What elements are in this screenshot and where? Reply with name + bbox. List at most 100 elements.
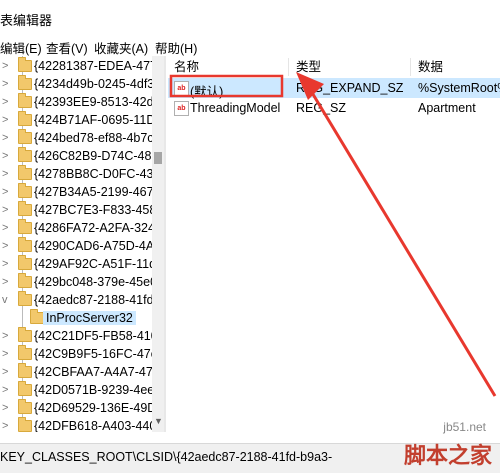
folder-icon [18, 273, 32, 288]
folder-open-icon [18, 291, 32, 306]
chevron-right-icon[interactable]: > [2, 78, 8, 90]
tree-item-label: InProcServer32 [43, 311, 136, 325]
folder-icon [18, 345, 32, 360]
tree-item[interactable]: > {429bc048-379e-45e0 [0, 272, 152, 292]
tree-scrollbar[interactable]: ▼ [152, 56, 164, 432]
tree-item-label: {42D0571B-9239-4eee [34, 383, 152, 397]
scroll-down-icon[interactable]: ▼ [154, 416, 163, 426]
chevron-right-icon[interactable]: > [2, 276, 8, 288]
list-row-threadingmodel[interactable]: ab ThreadingModel REG_SZ Apartment [168, 98, 500, 118]
folder-icon [18, 129, 32, 144]
status-path: KEY_CLASSES_ROOT\CLSID\{42aedc87-2188-41… [0, 450, 333, 464]
tree-item[interactable]: > {42393EE9-8513-42d3 [0, 92, 152, 112]
tree-item[interactable]: > {42CBFAA7-A4A7-47B [0, 362, 152, 382]
tree-item-label: {42D69529-136E-49D6 [34, 401, 152, 415]
tree-item[interactable]: > {429AF92C-A51F-11d2 [0, 254, 152, 274]
tree-item[interactable]: > {427BC7E3-F833-4584 [0, 200, 152, 220]
tree-item-label: {42C9B9F5-16FC-47ef [34, 347, 152, 361]
tree-item[interactable]: > {427B34A5-2199-467e [0, 182, 152, 202]
tree-item-label: {42aedc87-2188-41fd- [34, 293, 152, 307]
column-name[interactable]: 名称 [174, 56, 199, 78]
value-list[interactable]: 名称 类型 数据 ab (默认) REG_EXPAND_SZ %SystemRo… [168, 56, 500, 432]
row-type: REG_SZ [296, 101, 347, 115]
chevron-right-icon[interactable]: > [2, 96, 8, 108]
tree-item-label: {424B71AF-0695-11D2 [34, 113, 152, 127]
folder-icon [18, 399, 32, 414]
chevron-right-icon[interactable]: > [2, 60, 8, 72]
ab-string-icon: ab [174, 81, 189, 96]
chevron-right-icon[interactable]: > [2, 186, 8, 198]
tree-item[interactable]: > {42C9B9F5-16FC-47ef [0, 344, 152, 364]
tree-item[interactable]: > {426C82B9-D74C-4871 [0, 146, 152, 166]
folder-icon [18, 237, 32, 252]
folder-icon [18, 75, 32, 90]
list-row-default[interactable]: ab (默认) REG_EXPAND_SZ %SystemRoot% [168, 78, 500, 99]
chevron-right-icon[interactable]: > [2, 330, 8, 342]
tree-item[interactable]: > {42C21DF5-FB58-4102 [0, 326, 152, 346]
folder-icon [18, 327, 32, 342]
menu-help[interactable]: 帮助(H) [155, 38, 197, 57]
chevron-right-icon[interactable]: > [2, 222, 8, 234]
window-title: 表编辑器 [0, 13, 53, 28]
registry-tree[interactable]: > {42281387-EDEA-477C > {4234d49b-0245-4df… [0, 56, 152, 432]
chevron-right-icon[interactable]: > [2, 132, 8, 144]
column-type[interactable]: 类型 [296, 56, 321, 78]
tree-item[interactable]: > {4290CAD6-A75D-4AC [0, 236, 152, 256]
chevron-right-icon[interactable]: > [2, 240, 8, 252]
tree-item-label: {424bed78-ef88-4b7c [34, 131, 152, 145]
tree-item[interactable]: > {4278BB8C-D0FC-4380 [0, 164, 152, 184]
column-data[interactable]: 数据 [418, 56, 443, 78]
title-bar: 表编辑器 [0, 0, 500, 34]
site-watermark: jb51.net 脚本之家 [324, 420, 494, 470]
tree-item-label: {4278BB8C-D0FC-4380 [34, 167, 152, 181]
chevron-right-icon[interactable]: > [2, 348, 8, 360]
folder-icon [18, 381, 32, 396]
chevron-right-icon[interactable]: > [2, 150, 8, 162]
menu-bar: 编辑(E) 查看(V) 收藏夹(A) 帮助(H) [0, 34, 500, 56]
tree-item-expanded[interactable]: v {42aedc87-2188-41fd- [0, 290, 152, 310]
tree-item-label: {42C21DF5-FB58-4102 [34, 329, 152, 343]
chevron-right-icon[interactable]: > [2, 204, 8, 216]
tree-item[interactable]: > {4286FA72-A2FA-3245 [0, 218, 152, 238]
tree-item-label: {427B34A5-2199-467e [34, 185, 152, 199]
chevron-right-icon[interactable]: > [2, 168, 8, 180]
tree-item[interactable]: > {4234d49b-0245-4df3 [0, 74, 152, 94]
tree-item[interactable]: > {42D69529-136E-49D6 [0, 398, 152, 418]
chevron-right-icon[interactable]: > [2, 402, 8, 414]
menu-edit[interactable]: 编辑(E) [0, 38, 42, 57]
folder-icon [18, 57, 32, 72]
menu-favorites[interactable]: 收藏夹(A) [94, 38, 148, 57]
tree-item-label: {4290CAD6-A75D-4AC [34, 239, 152, 253]
folder-icon [18, 93, 32, 108]
pane-splitter[interactable] [164, 56, 166, 432]
folder-icon [18, 147, 32, 162]
tree-item-label: {42281387-EDEA-477C [34, 59, 152, 73]
watermark-name: 脚本之家 [403, 443, 492, 468]
scrollbar-thumb[interactable] [154, 152, 162, 164]
row-data: Apartment [418, 101, 476, 115]
folder-icon [18, 363, 32, 378]
tree-item-label: {42DFB618-A403-4401 [34, 419, 152, 432]
folder-icon [30, 309, 44, 324]
folder-icon [18, 201, 32, 216]
tree-item[interactable]: > {42D0571B-9239-4eee [0, 380, 152, 400]
tree-item-label: {429AF92C-A51F-11d2 [34, 257, 152, 271]
tree-item[interactable]: > {42281387-EDEA-477C [0, 56, 152, 76]
tree-item-label: {427BC7E3-F833-4584 [34, 203, 152, 217]
menu-view[interactable]: 查看(V) [46, 38, 88, 57]
tree-item-label: {429bc048-379e-45e0 [34, 275, 152, 289]
folder-icon [18, 417, 32, 432]
tree-item[interactable]: > {424B71AF-0695-11D2 [0, 110, 152, 130]
column-separator[interactable] [288, 58, 289, 76]
column-separator[interactable] [410, 58, 411, 76]
chevron-right-icon[interactable]: > [2, 114, 8, 126]
tree-item[interactable]: > {424bed78-ef88-4b7c [0, 128, 152, 148]
chevron-right-icon[interactable]: > [2, 384, 8, 396]
tree-item[interactable]: > {42DFB618-A403-4401 [0, 416, 152, 432]
tree-item-inprocserver32[interactable]: InProcServer32 [0, 308, 152, 328]
chevron-right-icon[interactable]: > [2, 366, 8, 378]
tree-item-label: {42393EE9-8513-42d3 [34, 95, 152, 109]
chevron-right-icon[interactable]: > [2, 258, 8, 270]
chevron-right-icon[interactable]: > [2, 420, 8, 432]
chevron-down-icon[interactable]: v [2, 294, 8, 306]
